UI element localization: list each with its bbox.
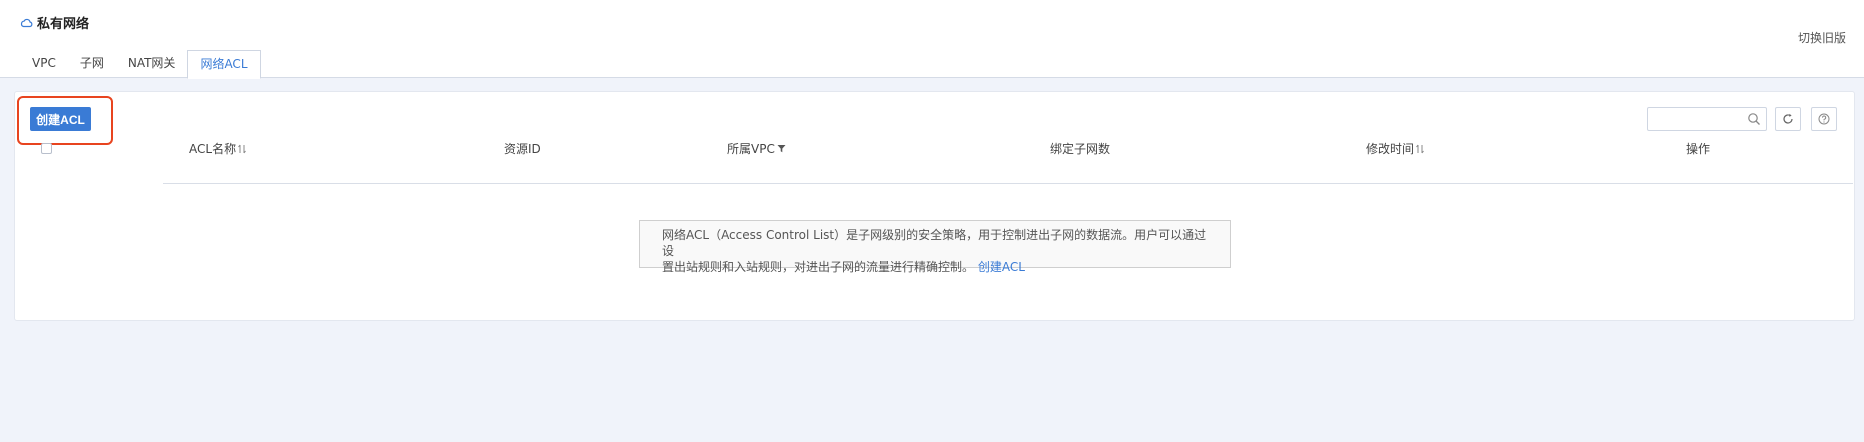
column-modified-time[interactable]: 修改时间	[1366, 140, 1424, 157]
column-resource-id-label: 资源ID	[504, 142, 541, 156]
column-resource-id: 资源ID	[504, 140, 541, 157]
create-acl-link[interactable]: 创建ACL	[978, 260, 1025, 274]
refresh-button[interactable]	[1775, 107, 1801, 131]
table-header: ACL名称 资源ID 所属VPC 绑定子网数 修改时间 操作	[29, 132, 1839, 162]
empty-state-line-1: 网络ACL（Access Control List）是子网级别的安全策略，用于控…	[662, 228, 1207, 258]
header-divider	[163, 183, 1853, 184]
column-acl-name[interactable]: ACL名称	[189, 140, 246, 157]
search-box	[1647, 107, 1767, 131]
tab-bar: VPC 子网 NAT网关 网络ACL	[20, 50, 261, 79]
tab-subnet[interactable]: 子网	[68, 50, 116, 77]
switch-old-version-link[interactable]: 切换旧版	[1798, 29, 1846, 46]
column-actions-label: 操作	[1686, 142, 1711, 156]
sort-icon[interactable]	[238, 144, 246, 154]
refresh-icon	[1783, 113, 1793, 124]
cloud-icon	[20, 18, 33, 28]
column-modified-time-label: 修改时间	[1366, 142, 1415, 156]
create-acl-button[interactable]: 创建ACL	[30, 107, 91, 131]
empty-state-message: 网络ACL（Access Control List）是子网级别的安全策略，用于控…	[639, 220, 1231, 274]
tab-vpc[interactable]: VPC	[20, 50, 68, 77]
tab-network-acl[interactable]: 网络ACL	[187, 50, 261, 79]
column-vpc-label: 所属VPC	[727, 142, 775, 156]
acl-panel: 创建ACL ACL名称 资源ID 所属VPC 绑定子网数 修改时间 操作 网络A…	[14, 91, 1855, 321]
help-button[interactable]	[1811, 107, 1837, 131]
help-icon	[1818, 113, 1830, 125]
search-input[interactable]	[1648, 109, 1746, 129]
sort-icon[interactable]	[1416, 144, 1424, 154]
empty-state-line-2-wrap: 置出站规则和入站规则，对进出子网的流量进行精确控制。 创建ACL	[662, 259, 1210, 275]
tab-nat-gateway[interactable]: NAT网关	[116, 50, 188, 77]
column-bound-subnets: 绑定子网数	[1050, 140, 1110, 157]
page-title: 私有网络	[20, 13, 89, 32]
filter-icon[interactable]	[777, 144, 786, 153]
empty-state-line-2: 置出站规则和入站规则，对进出子网的流量进行精确控制。	[662, 260, 975, 274]
page-title-text: 私有网络	[37, 17, 90, 32]
column-actions: 操作	[1686, 140, 1710, 157]
column-acl-name-label: ACL名称	[189, 142, 237, 156]
column-bound-subnets-label: 绑定子网数	[1050, 142, 1111, 156]
search-icon[interactable]	[1747, 112, 1761, 126]
top-bar: 私有网络 切换旧版 VPC 子网 NAT网关 网络ACL	[0, 0, 1864, 79]
column-vpc[interactable]: 所属VPC	[727, 140, 786, 157]
